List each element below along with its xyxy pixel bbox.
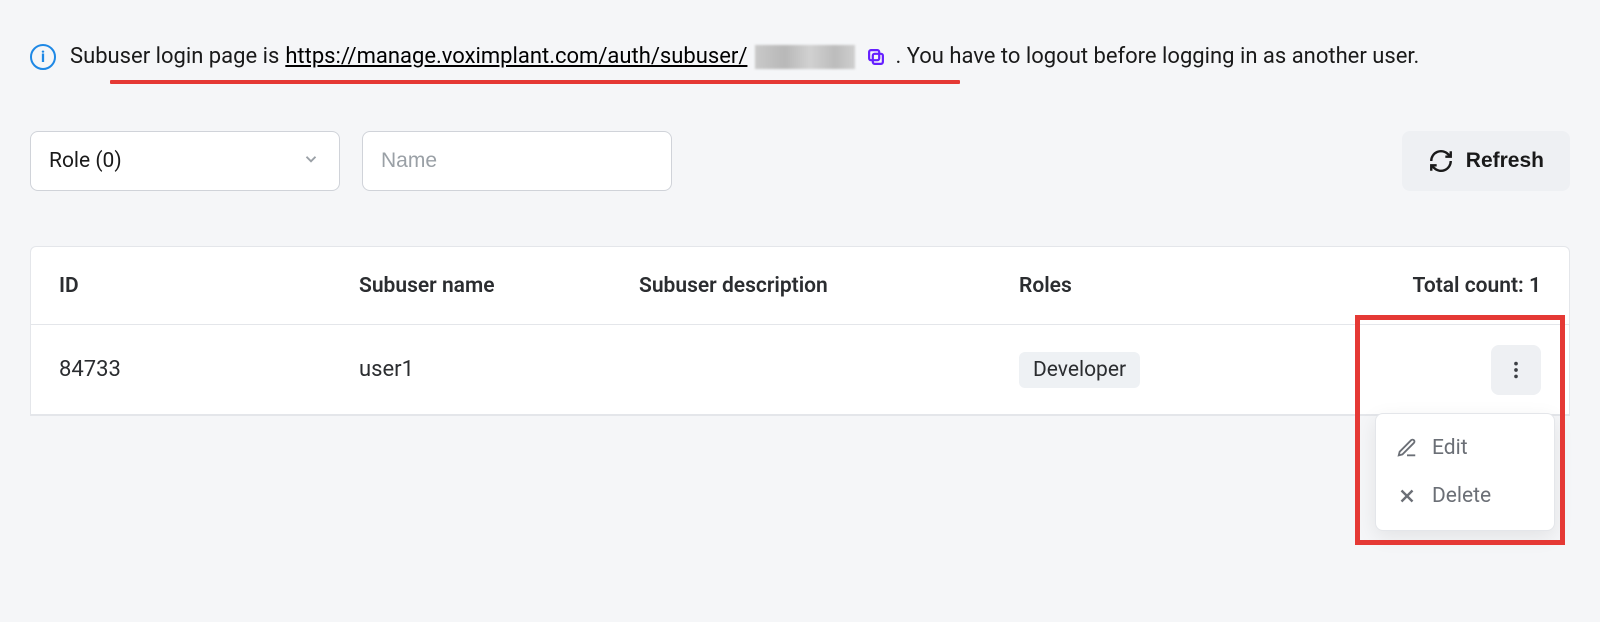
name-filter-input[interactable] (362, 131, 672, 191)
role-filter-label[interactable]: Role (0) (30, 131, 340, 191)
cell-name: user1 (359, 357, 639, 382)
refresh-label: Refresh (1466, 149, 1544, 173)
info-text: Subuser login page is https://manage.vox… (70, 40, 1419, 73)
col-header-id: ID (59, 274, 359, 298)
role-filter[interactable]: Role (0) (30, 131, 340, 191)
filter-toolbar: Role (0) Refresh (30, 131, 1570, 191)
table-header-row: ID Subuser name Subuser description Role… (31, 247, 1569, 325)
role-badge: Developer (1019, 352, 1140, 388)
row-menu-button[interactable] (1491, 345, 1541, 395)
redacted-subuser-id (755, 45, 855, 69)
col-header-roles: Roles (1019, 274, 1339, 298)
cell-roles: Developer (1019, 352, 1339, 388)
row-action-menu: Edit Delete (1375, 413, 1555, 531)
subuser-login-url[interactable]: https://manage.voximplant.com/auth/subus… (285, 40, 747, 73)
total-count: Total count: 1 (1339, 274, 1541, 298)
delete-label: Delete (1432, 484, 1491, 508)
table-row: 84733 user1 Developer (31, 325, 1569, 415)
delete-action[interactable]: Delete (1376, 472, 1554, 520)
info-icon: i (30, 44, 56, 70)
col-header-desc: Subuser description (639, 274, 1019, 298)
subusers-table: ID Subuser name Subuser description Role… (30, 246, 1570, 416)
refresh-icon (1428, 148, 1454, 174)
info-suffix: . You have to logout before logging in a… (895, 40, 1419, 73)
info-prefix: Subuser login page is (70, 40, 279, 73)
annotation-underline (110, 80, 960, 84)
col-header-name: Subuser name (359, 274, 639, 298)
copy-icon[interactable] (865, 46, 887, 68)
edit-label: Edit (1432, 436, 1468, 460)
refresh-button[interactable]: Refresh (1402, 131, 1570, 191)
row-actions (1339, 345, 1541, 395)
cell-id: 84733 (59, 357, 359, 382)
subuser-login-info-banner: i Subuser login page is https://manage.v… (30, 40, 1570, 73)
edit-action[interactable]: Edit (1376, 424, 1554, 472)
